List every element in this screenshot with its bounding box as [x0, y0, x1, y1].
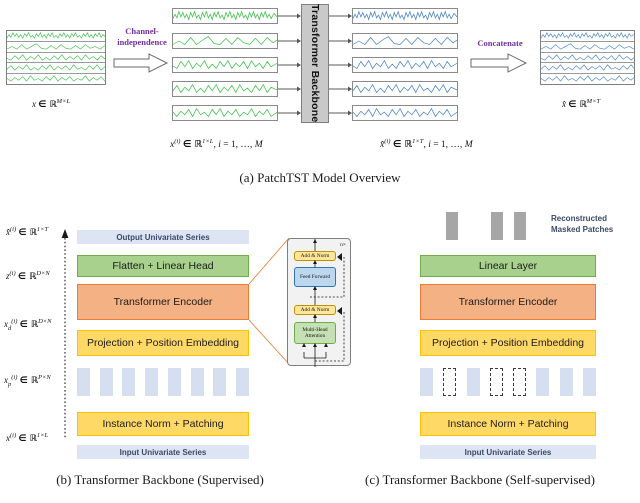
series-row — [541, 31, 634, 42]
transformer-backbone-block: Transformer Backbone — [301, 4, 329, 123]
recon-line2: Masked Patches — [551, 225, 614, 234]
series-row — [541, 42, 634, 53]
block-label: Instance Norm + Patching — [102, 418, 224, 430]
transformer-backbone-label: Transformer Backbone — [309, 4, 321, 123]
univariate-output-series-3 — [352, 57, 458, 73]
panel-c-instance-norm-patching[interactable]: Instance Norm + Patching — [420, 412, 596, 436]
caption-panel-c: (c) Transformer Backbone (Self-supervise… — [365, 472, 595, 487]
arrows-into-backbone — [278, 0, 302, 130]
block-label: Transformer Encoder — [113, 296, 213, 308]
block-label: Input Univariate Series — [464, 447, 552, 457]
series-row — [7, 74, 105, 84]
panel-b-input-univariate-series: Input Univariate Series — [77, 445, 249, 459]
series-row — [7, 42, 105, 53]
panel-c-input-univariate-series: Input Univariate Series — [420, 445, 596, 459]
patch — [213, 368, 227, 396]
reconstructed-masked-patch-1 — [446, 212, 458, 240]
block-label: Transformer Encoder — [458, 296, 558, 308]
channel-independence-label: Channel- independence — [111, 26, 173, 48]
side-label-output: x̂(i) ∈ ℝ1×T — [6, 226, 49, 238]
reconstructed-masked-patch-3 — [514, 212, 526, 240]
patch — [536, 368, 550, 396]
masked-patch — [443, 368, 457, 396]
series-row — [541, 53, 634, 64]
patch — [235, 368, 249, 396]
panel-b-flatten-linear-head[interactable]: Flatten + Linear Head — [77, 255, 249, 277]
univariate-input-series-2 — [172, 33, 278, 49]
masked-patch — [513, 368, 527, 396]
side-label-input: x(i) ∈ ℝ1×L — [6, 432, 49, 444]
arrows-out-of-backbone — [329, 0, 353, 130]
recon-line1: Reconstructed — [551, 214, 608, 223]
block-label: Projection + Position Embedding — [86, 337, 240, 349]
input-tensor-label: x ∈ ℝM×L — [32, 98, 71, 110]
patch — [77, 368, 90, 396]
patch — [145, 368, 159, 396]
concatenate-arrow — [470, 52, 528, 74]
patch — [190, 368, 204, 396]
univariate-output-series-5 — [352, 105, 458, 121]
panel-c-transformer-encoder[interactable]: Transformer Encoder — [420, 284, 596, 320]
panel-b-transformer-encoder[interactable]: Transformer Encoder — [77, 284, 249, 320]
univariate-output-series-1 — [352, 8, 458, 24]
panel-b-instance-norm-patching[interactable]: Instance Norm + Patching — [77, 412, 249, 436]
patch — [559, 368, 573, 396]
panel-c-patch-row — [420, 368, 596, 396]
side-label-xd: xd(i) ∈ ℝD×N — [4, 318, 52, 332]
concatenate-text: Concatenate — [477, 38, 523, 48]
ci-line2: independence — [117, 37, 167, 47]
reconstructed-masked-patches-label: Reconstructed Masked Patches — [551, 213, 613, 235]
block-label: Projection + Position Embedding — [431, 337, 585, 349]
univariate-output-series-4 — [352, 81, 458, 97]
masked-patch — [489, 368, 503, 396]
series-row — [541, 74, 634, 84]
transformer-encoder-detail: n× Add & Norm Feed Forward Add & Norm Mu… — [287, 238, 352, 367]
panel-b-output-univariate-series: Output Univariate Series — [77, 230, 249, 244]
univariate-input-series-4 — [172, 81, 278, 97]
series-row — [7, 63, 105, 75]
caption-panel-b: (b) Transformer Backbone (Supervised) — [56, 472, 264, 487]
multivariate-output-series — [540, 30, 635, 85]
univariate-input-series-1 — [172, 8, 278, 24]
block-label: Input Univariate Series — [119, 447, 207, 457]
univariate-output-tensor-label: x̂(i) ∈ ℝ1×T, i = 1, …, M — [380, 138, 473, 151]
encoder-detail-arrows — [288, 239, 352, 367]
patch — [420, 368, 433, 396]
patch — [582, 368, 596, 396]
univariate-input-series-5 — [172, 105, 278, 121]
univariate-input-series-3 — [172, 57, 278, 73]
ci-line1: Channel- — [125, 26, 159, 36]
reconstructed-masked-patch-2 — [491, 212, 503, 240]
block-label: Linear Layer — [478, 260, 538, 272]
panel-c-projection-position-embedding[interactable]: Projection + Position Embedding — [420, 330, 596, 356]
panel-b-patch-row — [77, 368, 249, 396]
output-tensor-label: x̂ ∈ ℝM×T — [562, 98, 601, 110]
patch — [466, 368, 480, 396]
block-label: Output Univariate Series — [116, 232, 210, 242]
univariate-output-series-2 — [352, 33, 458, 49]
side-label-xp: xp(i) ∈ ℝP×N — [4, 374, 51, 388]
patch — [122, 368, 136, 396]
multivariate-input-series — [6, 30, 106, 85]
series-row — [7, 31, 105, 42]
patch — [167, 368, 181, 396]
series-row — [7, 53, 105, 64]
panel-b-flow-axis — [60, 228, 70, 438]
panel-c-linear-layer[interactable]: Linear Layer — [420, 255, 596, 277]
block-label: Flatten + Linear Head — [112, 260, 214, 272]
concatenate-label: Concatenate — [466, 38, 534, 49]
series-row — [541, 63, 634, 75]
univariate-input-tensor-label: x(i) ∈ ℝ1×L, i = 1, …, M — [170, 138, 263, 151]
patch — [99, 368, 113, 396]
side-label-z: z(i) ∈ ℝD×N — [6, 270, 50, 282]
encoder-detail-connectors — [248, 236, 291, 366]
caption-panel-a: (a) PatchTST Model Overview — [239, 170, 401, 185]
channel-independence-arrow — [113, 52, 169, 74]
block-label: Instance Norm + Patching — [447, 418, 569, 430]
panel-b-projection-position-embedding[interactable]: Projection + Position Embedding — [77, 330, 249, 356]
